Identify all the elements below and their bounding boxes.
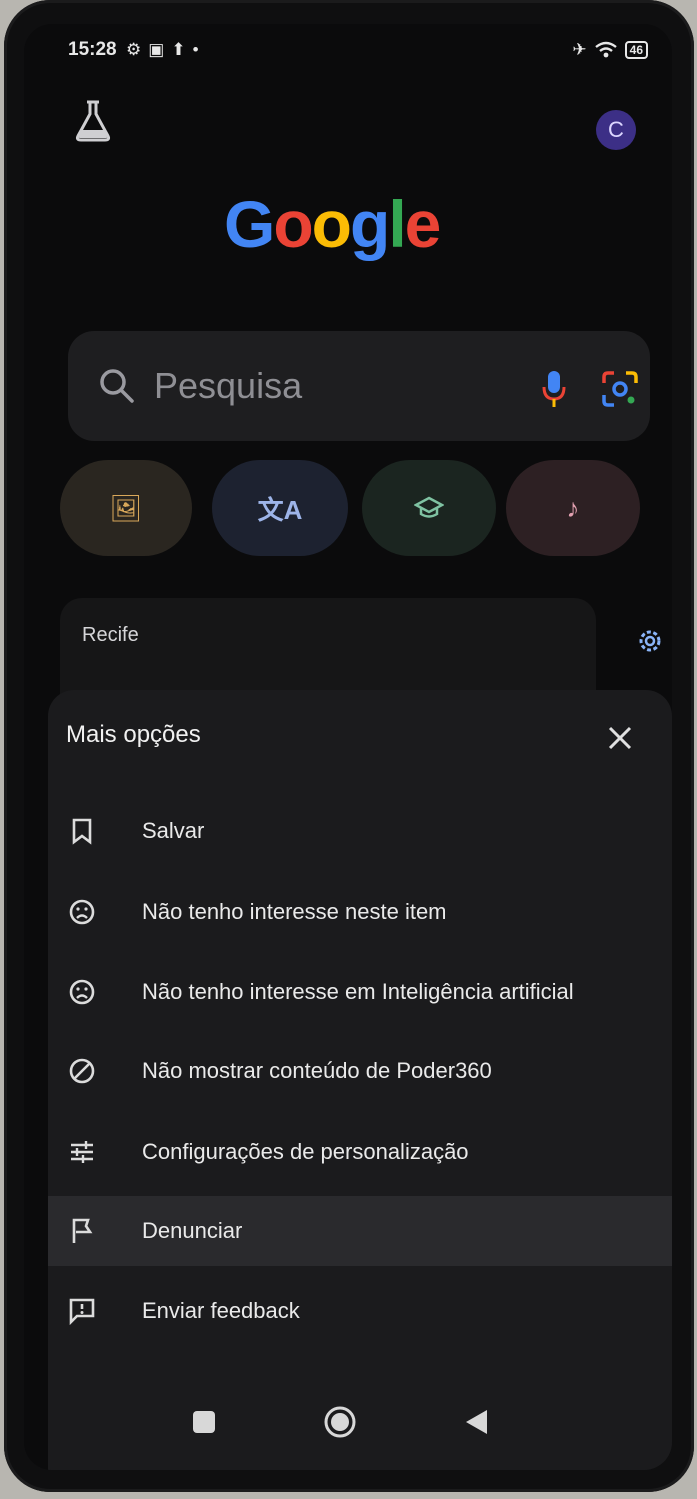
block-icon xyxy=(69,1058,95,1084)
image-search-icon: 🖼 xyxy=(109,492,143,523)
weather-city: Recife xyxy=(82,624,139,646)
search-icon xyxy=(100,369,134,403)
back-button[interactable] xyxy=(456,1400,496,1444)
logo-letter-e: e xyxy=(404,187,442,261)
close-icon[interactable] xyxy=(606,724,634,752)
menu-item-label: Não tenho interesse neste item xyxy=(142,899,447,924)
status-time: 15:28 xyxy=(68,39,117,60)
feedback-icon xyxy=(69,1298,95,1325)
menu-item-save[interactable]: Salvar xyxy=(48,796,672,866)
song-search-button[interactable]: ♪ xyxy=(506,460,640,556)
logo-letter-g2: g xyxy=(350,187,390,261)
graduation-cap-icon xyxy=(414,496,444,518)
status-icons-right: ✈ 46 xyxy=(572,40,648,60)
music-note-icon: ♪ xyxy=(566,492,580,523)
app-status-icon: ▣ xyxy=(148,40,165,59)
google-doodle-logo[interactable]: Google xyxy=(224,186,484,266)
menu-item-report[interactable]: Denunciar xyxy=(48,1196,672,1266)
sad-face-icon xyxy=(69,979,95,1005)
menu-item-not-interested-topic[interactable]: Não tenho interesse em Inteligência arti… xyxy=(48,957,672,1027)
back-icon xyxy=(466,1410,487,1434)
gear-icon[interactable] xyxy=(636,627,664,655)
settings-status-icon: ⚙ xyxy=(126,40,142,59)
menu-item-label: Não mostrar conteúdo de Poder360 xyxy=(142,1058,492,1083)
menu-item-label: Denunciar xyxy=(142,1218,243,1243)
account-avatar[interactable]: C xyxy=(596,110,636,150)
labs-flask-icon[interactable] xyxy=(72,98,114,144)
search-bar[interactable]: Pesquisa xyxy=(68,331,650,441)
mic-icon[interactable] xyxy=(542,369,566,409)
search-placeholder[interactable]: Pesquisa xyxy=(154,365,302,407)
menu-item-block-source[interactable]: Não mostrar conteúdo de Poder360 xyxy=(48,1036,672,1106)
menu-item-label: Salvar xyxy=(142,818,205,843)
recents-button[interactable] xyxy=(184,1400,224,1444)
airplane-icon: ✈ xyxy=(572,40,587,59)
translate-icon: 文A xyxy=(257,494,303,525)
logo-letter-o1: o xyxy=(273,187,313,261)
tune-icon xyxy=(71,1141,93,1163)
navigation-bar xyxy=(48,1384,672,1470)
screen: 15:28 ⚙ ▣ ⬆ • ✈ 46 C Google Pesquisa 🖼 文… xyxy=(24,24,672,1470)
menu-item-not-interested-item[interactable]: Não tenho interesse neste item xyxy=(48,877,672,947)
sad-face-icon xyxy=(69,899,95,925)
menu-item-personalization-settings[interactable]: Configurações de personalização xyxy=(48,1117,672,1187)
phone-frame: 15:28 ⚙ ▣ ⬆ • ✈ 46 C Google Pesquisa 🖼 文… xyxy=(4,0,694,1492)
status-icons-left: ⚙ ▣ ⬆ • xyxy=(126,40,199,60)
dot-status-icon: • xyxy=(192,40,199,59)
wifi-icon xyxy=(594,41,617,58)
logo-letter-o2: o xyxy=(311,187,352,261)
flag-icon xyxy=(72,1218,93,1243)
logo-letter-l: l xyxy=(388,187,406,261)
menu-item-label: Enviar feedback xyxy=(142,1298,300,1323)
upload-status-icon: ⬆ xyxy=(171,40,186,59)
home-icon xyxy=(324,1406,356,1438)
home-button[interactable] xyxy=(320,1400,360,1444)
menu-item-send-feedback[interactable]: Enviar feedback xyxy=(48,1276,672,1346)
translate-button[interactable]: 文A xyxy=(212,460,348,556)
image-search-button[interactable]: 🖼 xyxy=(60,460,192,556)
logo-letter-g: G xyxy=(224,187,275,261)
battery-icon: 46 xyxy=(624,41,648,59)
lens-camera-icon[interactable] xyxy=(600,369,640,409)
sheet-title: Mais opções xyxy=(66,721,201,748)
bookmark-icon xyxy=(72,818,92,845)
recents-icon xyxy=(193,1411,215,1433)
menu-item-label: Não tenho interesse em Inteligência arti… xyxy=(142,979,574,1004)
homework-button[interactable] xyxy=(362,460,496,556)
menu-item-label: Configurações de personalização xyxy=(142,1139,469,1164)
